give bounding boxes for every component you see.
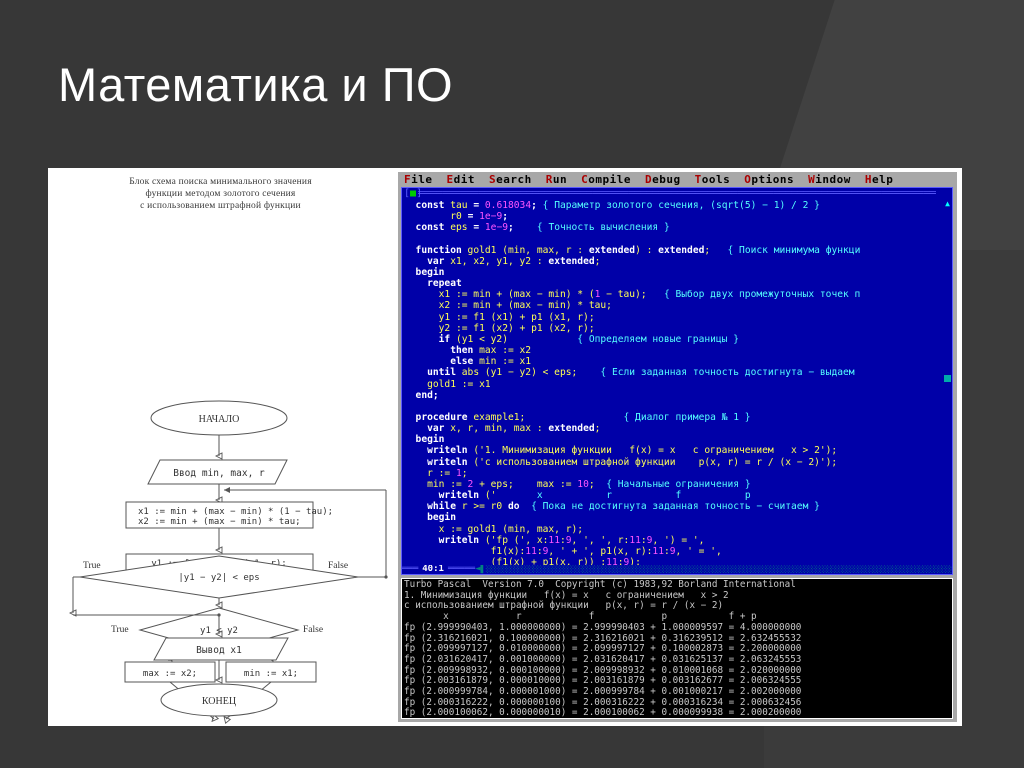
menu-item-search[interactable]: Search xyxy=(489,173,532,186)
console-line-12: fp (2.000100062, 0.000000010) = 2.000100… xyxy=(404,707,802,719)
console-line-3: x r f p f + p xyxy=(404,611,757,623)
flowchart-label-true-2: True xyxy=(83,561,101,571)
flowchart-node-end: КОНЕЦ xyxy=(202,696,236,707)
flowchart-node-decision2: |y1 − y2| < eps xyxy=(178,573,259,583)
menu-item-tools[interactable]: Tools xyxy=(695,173,731,186)
scroll-up-arrow[interactable]: ▲ xyxy=(944,200,951,208)
flowchart-overlay: |y1 − y2| < eps Вывод x1 КОНЕЦ True Fals… xyxy=(68,490,388,717)
menu-item-debug[interactable]: Debug xyxy=(645,173,681,186)
menu-item-edit[interactable]: Edit xyxy=(447,173,476,186)
window-close-button[interactable]: [■] xyxy=(404,188,422,200)
console-line-7: fp (2.031620417, 0.001000000) = 2.031620… xyxy=(404,653,802,665)
flowchart-node-output: Вывод x1 xyxy=(196,645,242,656)
menu-item-options[interactable]: Options xyxy=(744,173,794,186)
editor-statusbar: ═══ 40:1 ═════◄▌░░░░░░░░░░░░░░░░░░░░░░░░░░… xyxy=(402,565,952,574)
console-line-2: с использованием штрафной функции p(x, r… xyxy=(404,600,724,612)
page-title: Математика и ПО xyxy=(58,58,454,111)
menu-item-compile[interactable]: Compile xyxy=(581,173,631,186)
editor-horizontal-scrollbar[interactable]: ◄▌░░░░░░░░░░░░░░░░░░░░░░░░░░░░░░░░░░░░░░… xyxy=(475,565,952,574)
editor-titlebar: [■] ════════════════════════════════════… xyxy=(404,188,936,200)
source-code-area[interactable]: const tau = 0.618034; { Параметр золотог… xyxy=(404,200,943,565)
console-line-6: fp (2.099997127, 0.010000000) = 2.099997… xyxy=(404,643,802,655)
turbo-pascal-window: Fiile Edit Search Run Compile Debug Tools Optio… xyxy=(393,168,962,726)
console-line-4: fp (2.999990403, 1.000000000) = 2.999990… xyxy=(404,621,802,633)
console-line-1: 1. Минимизация функции f(x) = x с ограни… xyxy=(404,589,729,601)
menu-item-run[interactable]: Run xyxy=(546,173,567,186)
ide-inner: Fiile Edit Search Run Compile Debug Tools Optio… xyxy=(398,172,957,722)
flowchart-label-false-2: False xyxy=(328,561,348,571)
editor-vertical-scrollbar[interactable]: ▲ xyxy=(944,200,951,565)
menu-item-window[interactable]: Window xyxy=(808,173,851,186)
cursor-position: 40:1 xyxy=(422,565,444,574)
console-line-8: fp (2.009998932, 0.000100000) = 2.009998… xyxy=(404,664,802,676)
program-output-console: Turbo Pascal Version 7.0 Copyright (c) 1… xyxy=(401,578,953,719)
console-line-5: fp (2.316216021, 0.100000000) = 2.316216… xyxy=(404,632,802,644)
editor-window: [■] ════════════════════════════════════… xyxy=(401,187,953,575)
menu-item-help[interactable]: Help xyxy=(865,173,894,186)
scroll-thumb[interactable] xyxy=(944,375,951,383)
console-line-10: fp (2.000999784, 0.000001000) = 2.000999… xyxy=(404,686,802,698)
console-line-9: fp (2.003161879, 0.000010000) = 2.003161… xyxy=(404,675,802,687)
ide-menubar[interactable]: Fiile Edit Search Run Compile Debug Tools Optio… xyxy=(398,172,957,187)
console-line-11: fp (2.000316222, 0.000000100) = 2.000316… xyxy=(404,696,802,708)
console-line-0: Turbo Pascal Version 7.0 Copyright (c) 1… xyxy=(404,579,796,590)
menu-item-file[interactable]: Fiile xyxy=(404,173,433,186)
